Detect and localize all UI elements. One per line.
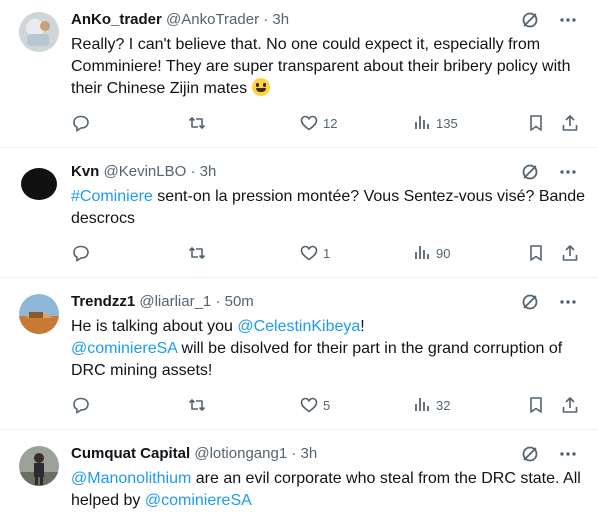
bookmark-button[interactable]: [526, 395, 546, 415]
more-icon[interactable]: [558, 444, 578, 464]
tweet-actions: 5 32: [0, 395, 598, 419]
tweet-header: Trendzz1 @liarliar_1 · 50m: [71, 292, 528, 312]
views-icon: [415, 246, 429, 259]
tweet-top-actions: [520, 292, 578, 312]
reply-icon: [73, 245, 89, 262]
tweet-text: Really? I can't believe that. No one cou…: [71, 34, 586, 100]
display-name[interactable]: Kvn: [71, 163, 99, 180]
tweet-text: @Manonolithium are an evil corporate who…: [71, 468, 586, 512]
grok-icon[interactable]: [520, 444, 540, 464]
tweet[interactable]: Cumquat Capital @lotiongang1 · 3h @Manon…: [0, 430, 598, 518]
user-handle[interactable]: @KevinLBO: [104, 163, 187, 180]
bookmark-button[interactable]: [526, 113, 546, 133]
grok-icon[interactable]: [520, 162, 540, 182]
retweet-button[interactable]: [187, 243, 207, 263]
retweet-button[interactable]: [187, 113, 207, 133]
views-button[interactable]: 32: [412, 395, 450, 415]
display-name[interactable]: AnKo_trader: [71, 11, 162, 28]
share-button[interactable]: [560, 113, 580, 133]
mention-link[interactable]: @cominiereSA: [145, 492, 252, 509]
tweet[interactable]: AnKo_trader @AnkoTrader · 3h Really? I c…: [0, 0, 598, 148]
tweet-header: AnKo_trader @AnkoTrader · 3h: [71, 10, 528, 30]
more-icon[interactable]: [558, 162, 578, 182]
mention-link[interactable]: @CelestinKibeya: [237, 318, 360, 335]
like-count: 1: [323, 245, 331, 261]
share-icon: [562, 115, 578, 131]
like-button[interactable]: 1: [299, 243, 330, 263]
tweet-text-content: He is talking about you: [71, 318, 238, 335]
share-icon: [562, 245, 578, 261]
like-count: 12: [323, 115, 338, 131]
share-button[interactable]: [560, 395, 580, 415]
user-handle[interactable]: @liarliar_1: [139, 293, 211, 310]
user-handle[interactable]: @AnkoTrader: [166, 11, 259, 28]
tweet-text: He is talking about you @CelestinKibeya!…: [71, 316, 586, 382]
tweet-top-actions: [520, 444, 578, 464]
separator-dot: ·: [291, 445, 297, 462]
mention-link[interactable]: @Manonolithium: [71, 470, 191, 487]
tweet[interactable]: Kvn @KevinLBO · 3h #Cominiere sent-on la…: [0, 148, 598, 278]
like-icon: [300, 115, 318, 131]
bookmark-button[interactable]: [526, 243, 546, 263]
avatar[interactable]: [19, 446, 59, 486]
reply-feed: AnKo_trader @AnkoTrader · 3h Really? I c…: [0, 0, 598, 518]
tweet-top-actions: [520, 162, 578, 182]
more-icon[interactable]: [558, 292, 578, 312]
reply-button[interactable]: [71, 395, 91, 415]
like-button[interactable]: 5: [299, 395, 330, 415]
bookmark-icon: [530, 397, 542, 413]
tweet-actions: 12 135: [0, 113, 598, 137]
retweet-icon: [188, 117, 206, 129]
grinning-face-emoji: [251, 78, 270, 96]
like-icon: [300, 245, 318, 261]
grok-icon[interactable]: [520, 10, 540, 30]
retweet-icon: [188, 247, 206, 259]
share-button[interactable]: [560, 243, 580, 263]
display-name[interactable]: Cumquat Capital: [71, 445, 190, 462]
like-button[interactable]: 12: [299, 113, 337, 133]
separator-dot: ·: [215, 293, 221, 310]
views-icon: [415, 116, 429, 129]
views-icon: [415, 398, 429, 411]
timestamp[interactable]: 50m: [225, 293, 254, 310]
retweet-button[interactable]: [187, 395, 207, 415]
timestamp[interactable]: 3h: [200, 163, 217, 180]
reply-icon: [73, 397, 89, 414]
separator-dot: ·: [263, 11, 269, 28]
reply-button[interactable]: [71, 113, 91, 133]
avatar[interactable]: [19, 164, 59, 204]
display-name[interactable]: Trendzz1: [71, 293, 135, 310]
share-icon: [562, 397, 578, 413]
tweet-top-actions: [520, 10, 578, 30]
bookmark-icon: [530, 245, 542, 261]
like-icon: [300, 397, 318, 413]
tweet[interactable]: Trendzz1 @liarliar_1 · 50m He is talking…: [0, 278, 598, 430]
timestamp[interactable]: 3h: [272, 11, 289, 28]
retweet-icon: [188, 399, 206, 411]
timestamp[interactable]: 3h: [301, 445, 318, 462]
views-button[interactable]: 90: [412, 243, 450, 263]
views-button[interactable]: 135: [412, 113, 458, 133]
views-count: 32: [436, 397, 451, 413]
tweet-text-content: Really? I can't believe that. No one cou…: [71, 36, 571, 97]
user-handle[interactable]: @lotiongang1: [194, 445, 287, 462]
views-count: 135: [436, 115, 458, 131]
tweet-text: #Cominiere sent-on la pression montée? V…: [71, 186, 586, 230]
reply-button[interactable]: [71, 243, 91, 263]
avatar[interactable]: [19, 12, 59, 52]
tweet-actions: 1 90: [0, 243, 598, 267]
mention-link[interactable]: @cominiereSA: [71, 340, 177, 357]
separator-dot: ·: [190, 163, 196, 180]
reply-icon: [73, 115, 89, 132]
more-icon[interactable]: [558, 10, 578, 30]
tweet-header: Kvn @KevinLBO · 3h: [71, 162, 528, 182]
views-count: 90: [436, 245, 451, 261]
bookmark-icon: [530, 115, 542, 131]
grok-icon[interactable]: [520, 292, 540, 312]
hashtag-link[interactable]: #Cominiere: [71, 188, 153, 205]
avatar[interactable]: [19, 294, 59, 334]
tweet-text-content: !: [360, 318, 365, 335]
like-count: 5: [323, 397, 331, 413]
tweet-header: Cumquat Capital @lotiongang1 · 3h: [71, 444, 528, 464]
